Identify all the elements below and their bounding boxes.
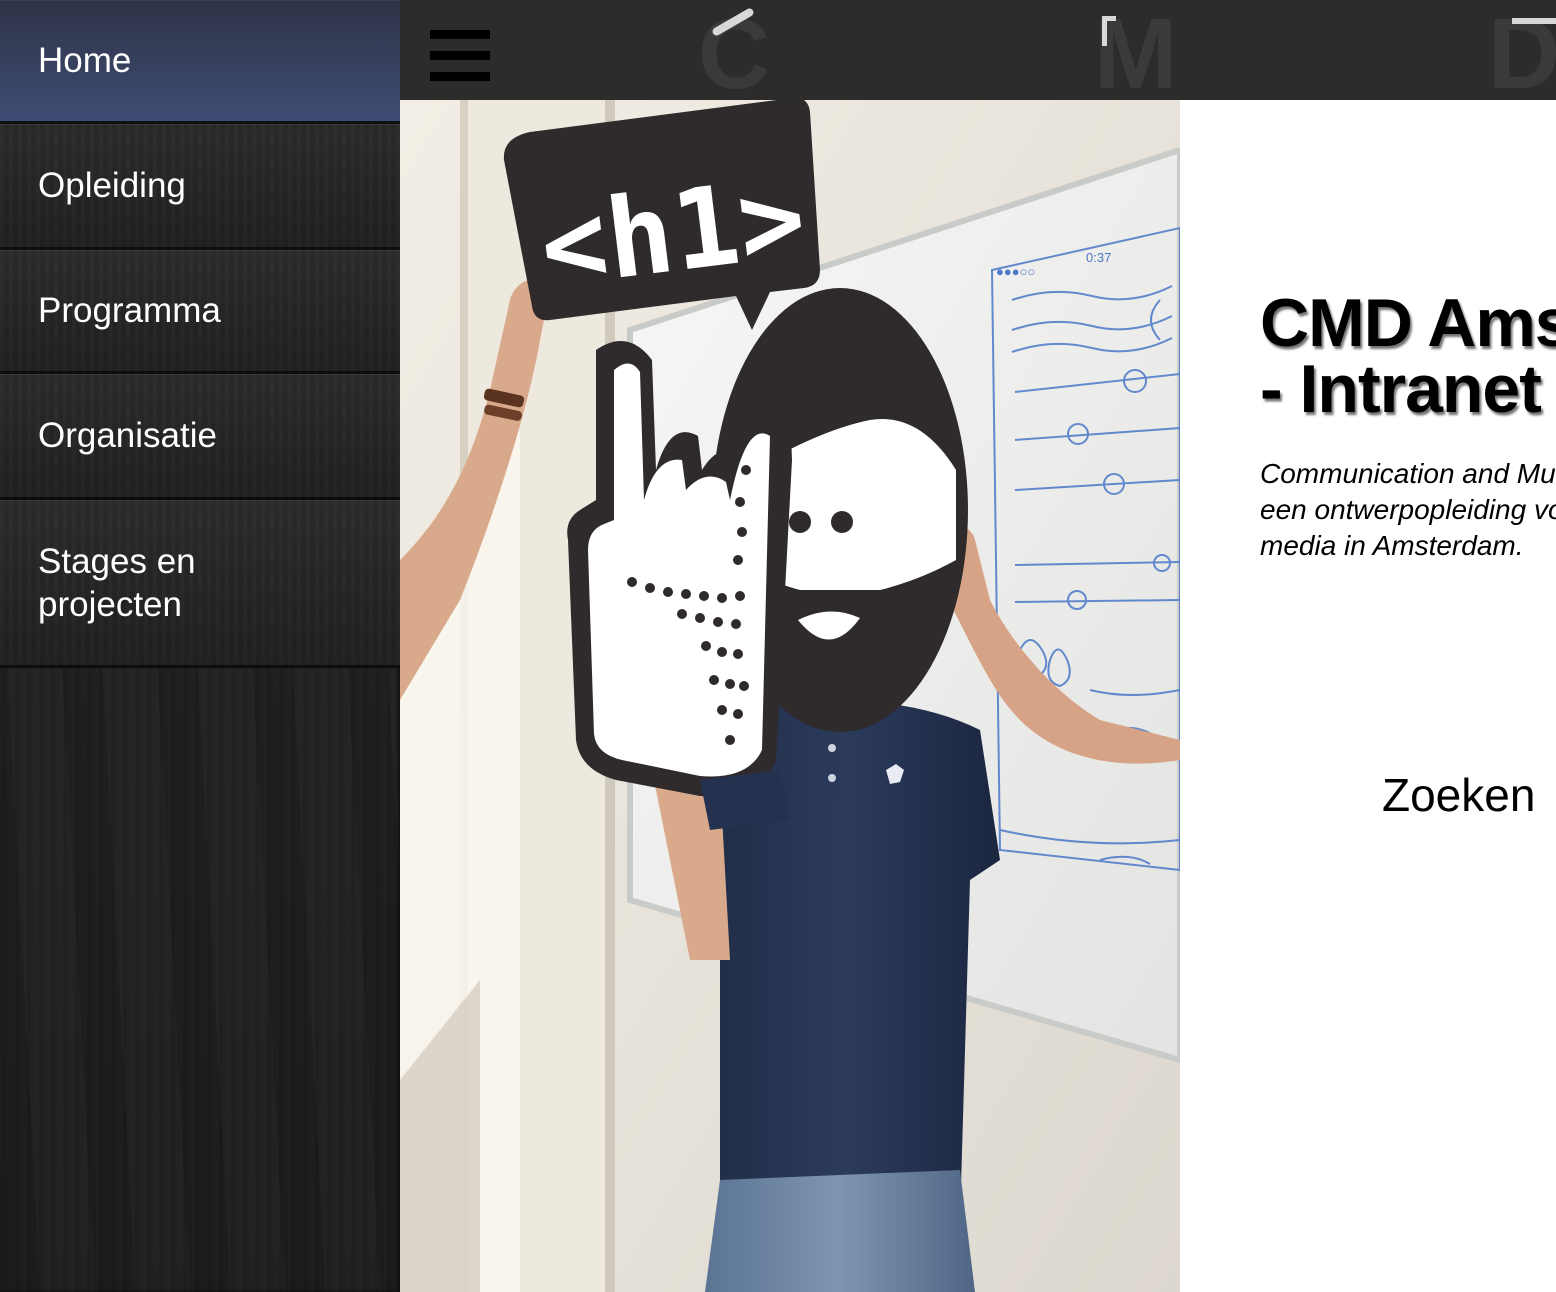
sidebar-item-programma[interactable]: Programma [0,250,400,374]
sidebar-item-label-line: projecten [38,584,182,624]
tagline-line: media in Amsterdam. [1260,530,1524,561]
whiteboard-sketch-text: ●●●○○ [996,264,1035,279]
intro-panel: CMD Amsterdam - Intranet Communication a… [1180,100,1556,1292]
hero-photo: ●●●○○ 0:37 <h1> [400,0,1180,1292]
logo-accent-mark [1512,18,1556,24]
sidebar-item-opleiding[interactable]: Opleiding [0,124,400,250]
hamburger-icon[interactable] [430,30,490,90]
sidebar-item-label: Stages en projecten [38,540,196,626]
page-title-line: - Intranet [1260,351,1542,427]
search-link[interactable]: Zoeken [1382,768,1535,822]
sidebar-item-home[interactable]: Home [0,0,400,124]
tagline: Communication and Multimedia Design is e… [1260,456,1556,564]
top-bar: C M D [400,0,1556,100]
hero-image: ●●●○○ 0:37 <h1> [400,0,1180,1292]
sidebar-item-organisatie[interactable]: Organisatie [0,374,400,500]
main-content: ●●●○○ 0:37 <h1> C M D CMD Ams - Intranet… [400,0,1556,1292]
sidebar-item-label: Organisatie [38,416,217,455]
sidebar-item-label: Programma [38,291,221,330]
tagline-line: Communication and Multimedia Design is [1260,458,1556,489]
whiteboard-sketch-text: 0:37 [1086,250,1111,265]
app-window: Home Opleiding Programma Organisatie Sta… [0,0,1556,1292]
page-title: CMD Amsterdam - Intranet [1260,285,1556,427]
sidebar-nav: Home Opleiding Programma Organisatie Sta… [0,0,400,1292]
sidebar-item-label-line: Stages en [38,541,196,581]
logo-accent-mark [1102,16,1116,21]
page-title-line: CMD Amsterdam [1260,285,1556,361]
tagline-line: een ontwerpopleiding voor digitale [1260,494,1556,525]
sidebar-item-label: Home [38,41,132,80]
sidebar-item-label: Opleiding [38,166,186,205]
sidebar-item-stages-en-projecten[interactable]: Stages en projecten [0,500,400,668]
